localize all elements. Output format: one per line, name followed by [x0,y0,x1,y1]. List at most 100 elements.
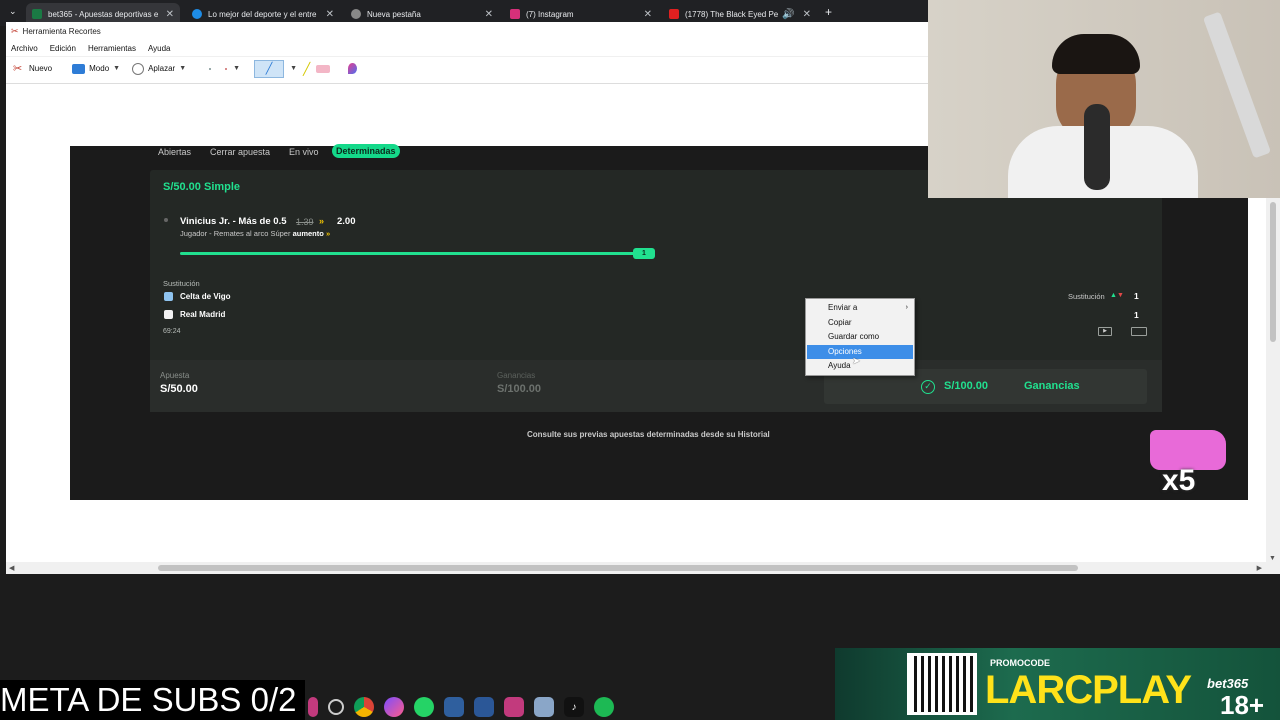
promo-code: LARCPLAY [985,668,1192,712]
ctx-label: Ayuda [828,361,851,370]
selection-name: Vinicius Jr. - Más de 0.5 [180,216,287,227]
new-label: Nuevo [29,64,53,73]
mode-label: Modo [89,64,110,73]
scissors-icon: ✂ [11,25,19,36]
chevron-down-icon[interactable]: ▼ [290,65,297,72]
page-background-bottom [6,500,1280,562]
close-icon[interactable]: ✕ [326,9,334,20]
chevron-down-icon: ▼ [113,65,121,72]
spotify-icon[interactable] [594,697,614,717]
vertical-scrollbar[interactable]: ▼ [1266,198,1280,562]
old-odds: 1.39 [296,217,314,227]
notepad-icon[interactable] [534,697,554,717]
tab-cerrar-apuesta[interactable]: Cerrar apuesta [210,147,270,157]
scroll-down-arrow-icon[interactable]: ▼ [1269,555,1276,562]
progress-fill [180,252,650,255]
tab-list-chevron-icon[interactable]: ⌄ [9,6,17,17]
chevron-down-icon: ▼ [179,65,187,72]
page-background [6,84,928,146]
match-time: 69:24 [163,328,181,335]
snip-menubar: Archivo Edición Herramientas Ayuda [6,40,928,56]
menu-edicion[interactable]: Edición [50,44,76,53]
scroll-left-arrow-icon[interactable]: ◀ [9,564,14,572]
pitch-icon[interactable] [1131,327,1147,336]
ctx-guardar-como[interactable]: Guardar como [807,330,913,344]
tab-title: bet365 - Apuestas deportivas e [48,9,159,19]
ctx-copiar[interactable]: Copiar [807,316,913,330]
close-icon[interactable]: ✕ [644,9,652,20]
vertical-scroll-thumb[interactable] [1270,202,1276,342]
ctx-enviar-a[interactable]: Enviar a › [807,301,913,315]
chrome-icon[interactable] [354,697,374,717]
snipping-tool-window: ✂ Herramienta Recortes Archivo Edición H… [6,22,928,84]
eraser-icon[interactable] [316,64,331,73]
menu-archivo[interactable]: Archivo [11,44,38,53]
selection-odds: 2.00 [337,216,356,227]
snip-titlebar: ✂ Herramienta Recortes [6,22,928,40]
close-icon[interactable]: ✕ [485,9,493,20]
market-text: Jugador - Remates al arco Súper [180,229,291,238]
paint3d-icon[interactable] [348,63,358,74]
realmadrid-shirt-icon [164,310,173,319]
selection-dot-icon [164,218,168,222]
snip-toolbar: ✂ Nuevo Modo ▼ Aplazar ▼ ▼ ╱ ▼ ╱ [6,56,928,80]
ctx-label: Opciones [828,347,862,356]
scroll-right-arrow-icon[interactable]: ▶ [1257,564,1262,572]
app-icon-pink[interactable] [308,697,318,717]
snip-title: Herramienta Recortes [22,26,101,36]
tab-title: Nueva pestaña [367,9,421,19]
speaker-icon: 🔊 [782,8,795,20]
multiplier-text: x5 [1162,464,1196,497]
tiktok-icon[interactable]: ♪ [564,697,584,717]
subs-goal-overlay: META DE SUBS 0/2 [0,680,305,720]
brand-logo: bet365 [1207,676,1249,691]
calculator-icon[interactable] [444,697,464,717]
check-circle-icon: ✓ [921,380,935,394]
site-favicon-icon [192,9,202,19]
play-video-icon[interactable]: ▶ [1098,327,1112,336]
menu-ayuda[interactable]: Ayuda [148,44,171,53]
tab-abiertas[interactable]: Abiertas [158,147,191,157]
app-icon-magenta[interactable] [504,697,524,717]
messenger-icon[interactable] [384,697,404,717]
microphone-image [1084,104,1110,190]
team1-name: Celta de Vigo [180,292,231,301]
tab-en-vivo[interactable]: En vivo [289,147,319,157]
new-tab-button[interactable]: + [825,5,832,19]
mouse-cursor-icon: ➤ [852,356,861,367]
substitution-right-label: Sustitución [1068,292,1105,301]
copy-icon[interactable] [209,67,212,70]
close-icon[interactable]: ✕ [166,9,174,20]
mode-icon [72,63,86,74]
new-snip-button[interactable]: ✂ Nuevo [10,61,55,77]
tab-determinadas[interactable]: Determinadas [332,144,400,158]
returns-value: S/100.00 [497,383,542,395]
bet365-favicon-icon [32,9,42,19]
ctx-label: Enviar a [828,303,858,312]
scissors-icon: ✂ [13,62,23,75]
word-icon[interactable] [474,697,494,717]
delay-button[interactable]: Aplazar ▼ [129,61,189,77]
mode-button[interactable]: Modo ▼ [69,62,123,76]
chrome-favicon-icon [351,9,361,19]
whatsapp-icon[interactable] [414,697,434,717]
chevron-down-icon[interactable]: ▼ [233,65,240,72]
taskbar: ♪ [300,694,680,720]
returns-label: Ganancias [497,371,536,380]
horizontal-scroll-thumb[interactable] [158,565,1078,571]
send-icon[interactable] [225,67,228,70]
ctx-label: Copiar [828,318,852,327]
close-icon[interactable]: ✕ [803,9,811,20]
boost-arrows-icon: » [319,216,325,226]
multiplier-sticker: x5 [1148,430,1228,500]
highlighter-icon[interactable]: ╱ [303,63,310,75]
delay-label: Aplazar [148,64,176,73]
sub-arrows-icon: ▲▼ [1110,292,1124,299]
clock-icon [132,62,145,75]
score-team1: 1 [1134,291,1139,301]
boost-text: aumento [292,229,324,238]
obs-icon[interactable] [328,699,344,715]
menu-herramientas[interactable]: Herramientas [88,44,136,53]
history-note[interactable]: Consulte sus previas apuestas determinad… [527,430,770,439]
pen-icon[interactable]: ╱ [254,59,285,78]
